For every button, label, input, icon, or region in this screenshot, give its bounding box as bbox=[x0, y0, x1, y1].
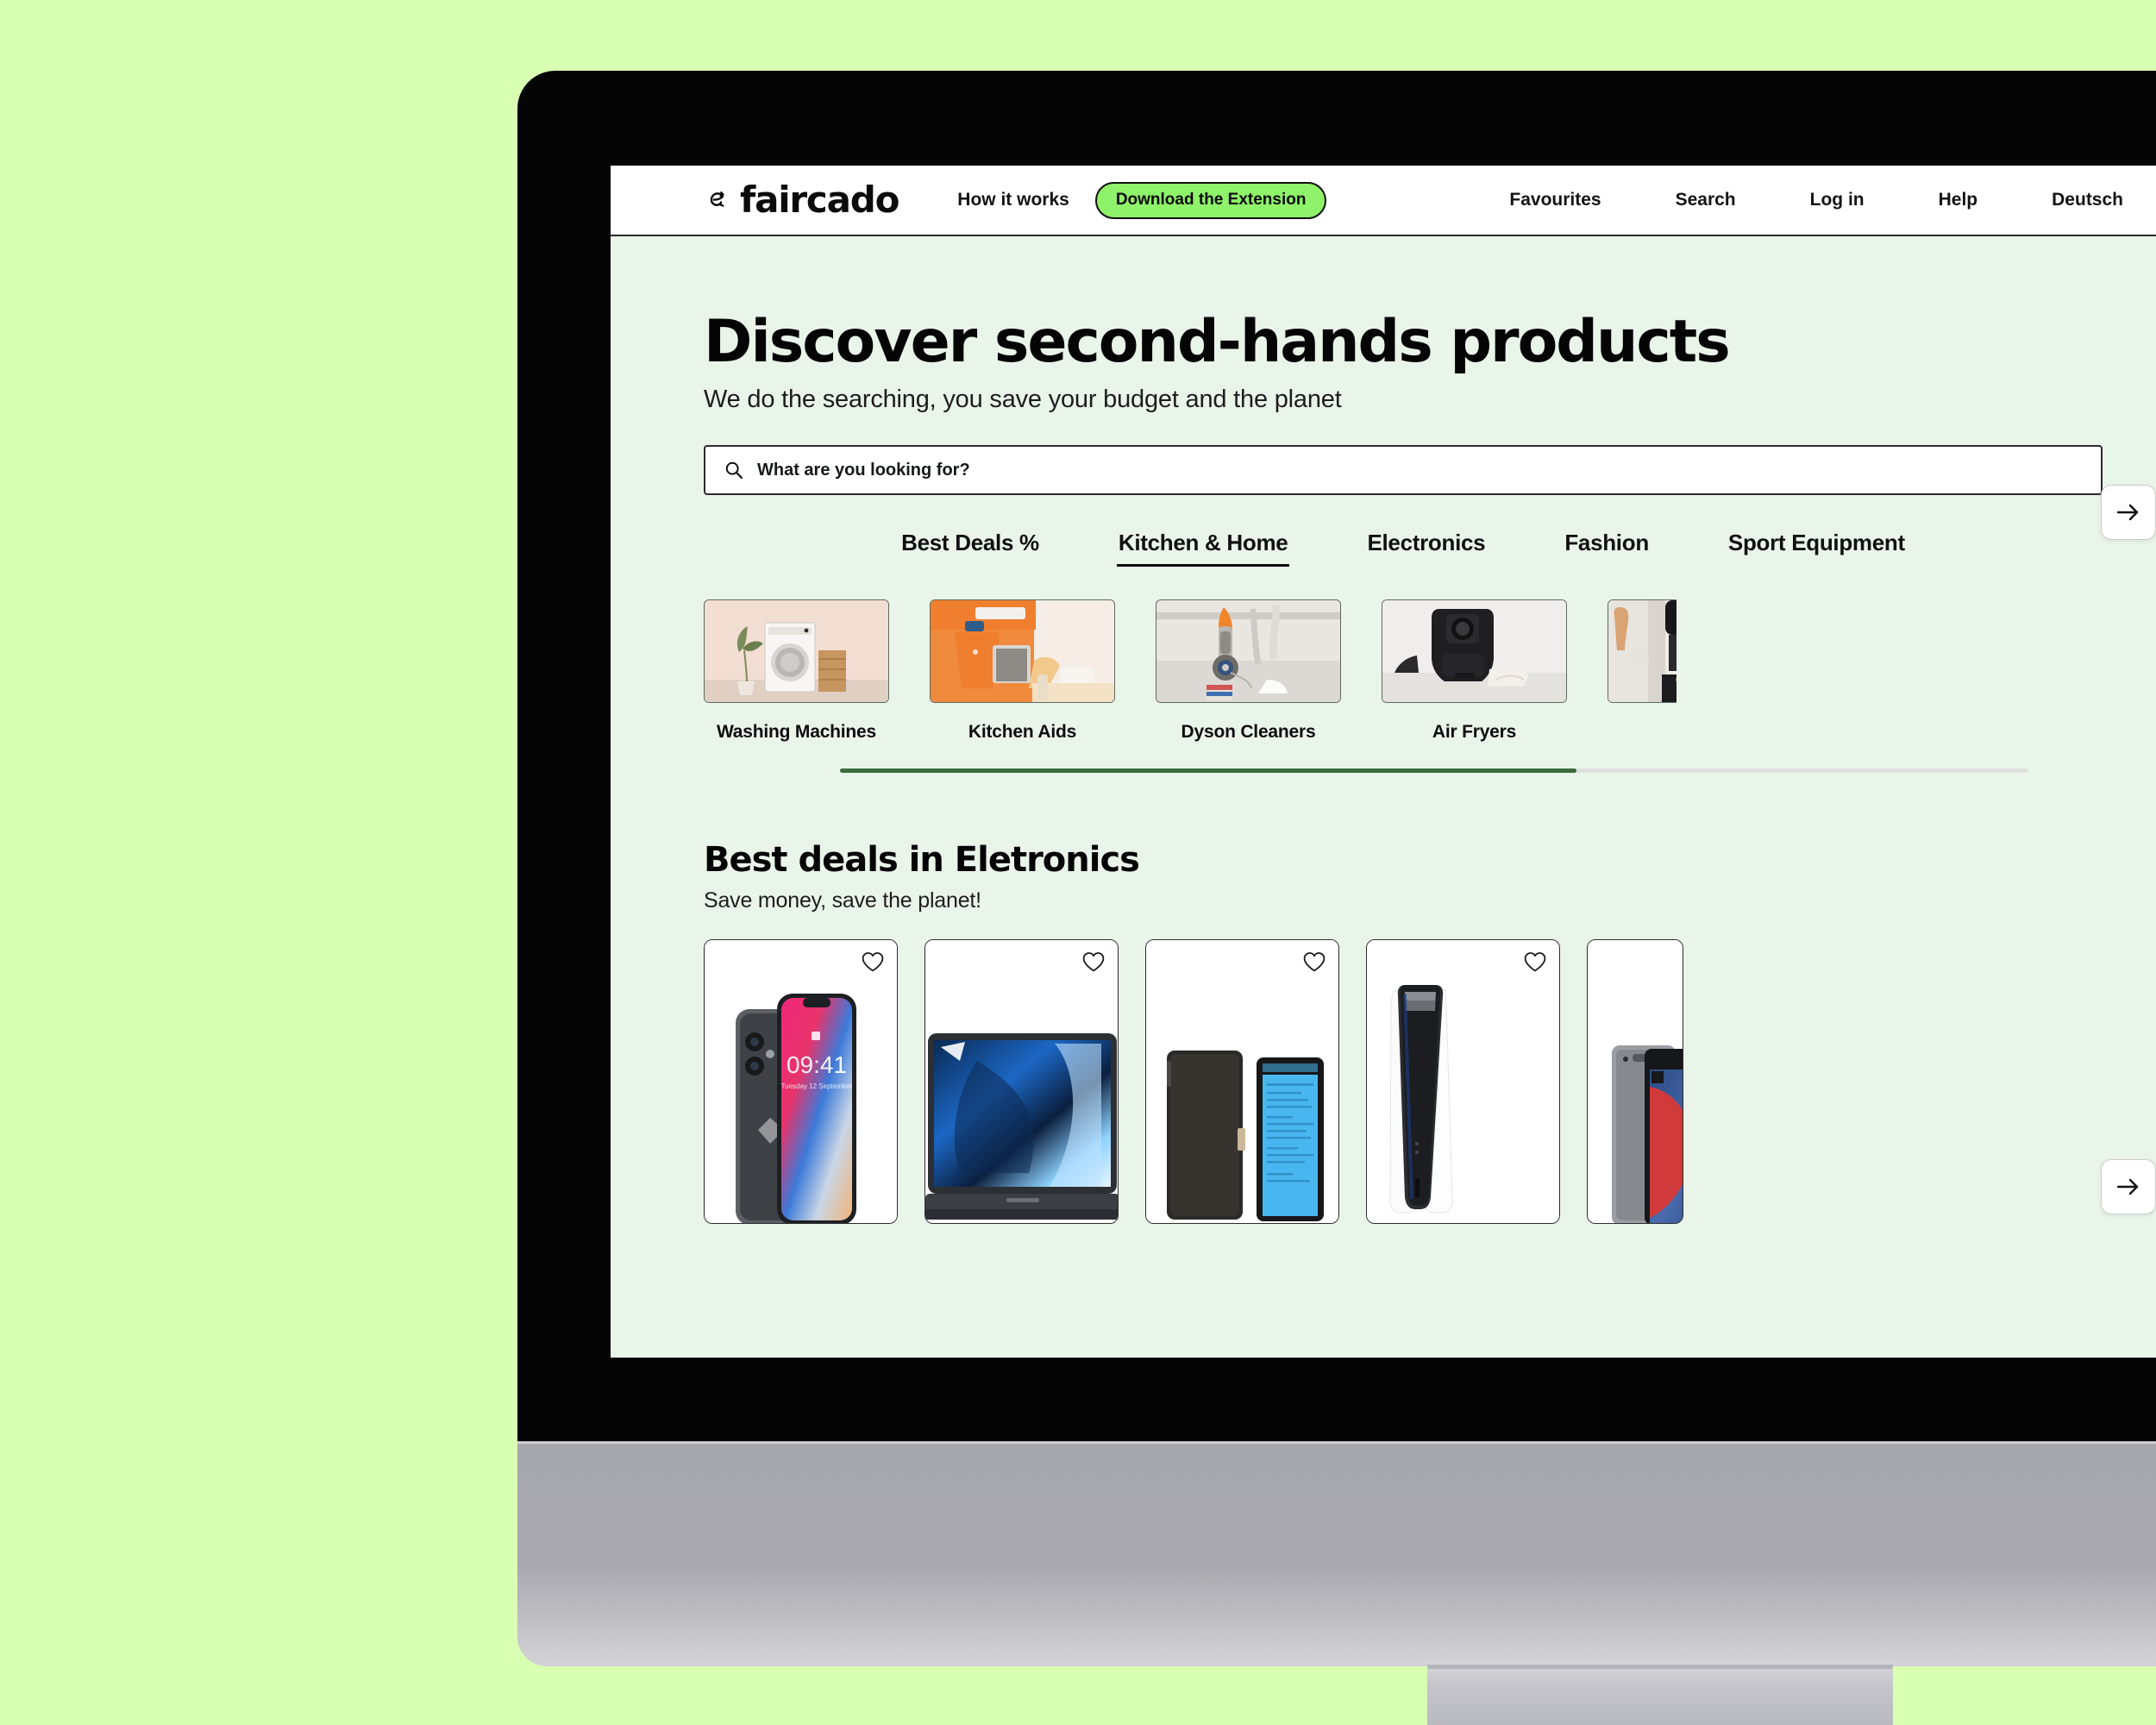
category-label: Kitchen Aids bbox=[968, 722, 1077, 743]
nav-link-login[interactable]: Log in bbox=[1810, 190, 1865, 210]
page-title: Discover second-hands products bbox=[704, 308, 1731, 376]
product-card-iphone[interactable]: 09:41 Tuesday 12 September bbox=[704, 939, 898, 1225]
browser-viewport: faircado How it works Download the Exten… bbox=[611, 166, 2156, 1358]
category-label: Washing Machines bbox=[716, 722, 877, 743]
carousel-scrollbar[interactable] bbox=[840, 768, 2028, 774]
content-container: Discover second-hands products We do the… bbox=[611, 308, 2156, 1225]
playstation-5-photo bbox=[1367, 940, 1559, 1224]
dell-laptop-photo bbox=[925, 940, 1118, 1224]
product-card-playstation[interactable] bbox=[1366, 939, 1560, 1225]
brand-name: faircado bbox=[740, 179, 899, 221]
nav-link-favourites[interactable]: Favourites bbox=[1509, 190, 1601, 210]
search-placeholder-text: What are you looking for? bbox=[757, 460, 970, 480]
tab-fashion[interactable]: Fashion bbox=[1525, 530, 1689, 567]
product-card-partial[interactable] bbox=[1587, 939, 1683, 1225]
navbar-right-group: Favourites Search Log in Help Deutsch bbox=[1509, 190, 2156, 210]
nav-link-how-it-works[interactable]: How it works bbox=[957, 190, 1069, 210]
product-card-ereader[interactable] bbox=[1145, 939, 1339, 1225]
arrow-right-icon bbox=[2115, 1176, 2141, 1197]
washing-machine-photo[interactable] bbox=[704, 599, 889, 704]
coffee-machine-photo[interactable] bbox=[1608, 599, 1677, 704]
page-body: Discover second-hands products We do the… bbox=[611, 308, 2156, 1225]
category-label: Air Fryers bbox=[1432, 722, 1517, 743]
heart-icon[interactable] bbox=[861, 950, 885, 973]
monitor-stand-neck bbox=[1427, 1665, 1893, 1725]
search-input[interactable]: What are you looking for? bbox=[704, 445, 2103, 496]
monitor-chin bbox=[517, 1444, 2156, 1666]
page-subtitle: We do the searching, you save your budge… bbox=[704, 386, 1342, 414]
download-extension-button[interactable]: Download the Extension bbox=[1094, 181, 1327, 219]
category-card-partial[interactable] bbox=[1608, 599, 1677, 743]
nav-link-language[interactable]: Deutsch bbox=[2052, 190, 2123, 210]
arrow-right-icon bbox=[2115, 502, 2141, 523]
product-carousel-next-button[interactable] bbox=[2101, 1159, 2156, 1214]
category-label: Dyson Cleaners bbox=[1181, 722, 1316, 743]
nav-link-search[interactable]: Search bbox=[1676, 190, 1736, 210]
ereader-tablet-photo bbox=[1146, 940, 1338, 1224]
stand-mixer-photo[interactable] bbox=[930, 599, 1115, 704]
navbar-left-group: faircado How it works Download the Exten… bbox=[611, 181, 1327, 219]
product-card-laptop[interactable] bbox=[924, 939, 1119, 1225]
product-carousel: 09:41 Tuesday 12 September bbox=[704, 939, 2122, 1225]
brand-logo[interactable]: faircado bbox=[704, 182, 899, 218]
category-card-air-fryers[interactable]: Air Fryers bbox=[1382, 599, 1567, 743]
tab-best-deals[interactable]: Best Deals % bbox=[862, 530, 1079, 567]
recycle-e-icon bbox=[704, 185, 733, 215]
tab-electronics[interactable]: Electronics bbox=[1327, 530, 1525, 567]
tab-kitchen-home[interactable]: Kitchen & Home bbox=[1079, 530, 1328, 568]
svg-text:Tuesday 12 September: Tuesday 12 September bbox=[781, 1082, 853, 1090]
heart-icon[interactable] bbox=[1523, 950, 1547, 973]
iphone-x-photo: 09:41 Tuesday 12 September bbox=[705, 940, 897, 1224]
carousel-scrollbar-thumb[interactable] bbox=[840, 768, 1577, 774]
site-navbar: faircado How it works Download the Exten… bbox=[611, 166, 2156, 236]
category-carousel: Washing Machines Kitchen Aids Dyson Clea… bbox=[704, 599, 2122, 743]
nav-link-help[interactable]: Help bbox=[1939, 190, 1978, 210]
category-card-washing-machines[interactable]: Washing Machines bbox=[704, 599, 889, 743]
vacuum-cleaner-photo[interactable] bbox=[1156, 599, 1341, 704]
tab-sport-equipment[interactable]: Sport Equipment bbox=[1689, 530, 1945, 567]
search-icon bbox=[724, 461, 743, 480]
ipad-tablet-photo bbox=[1588, 940, 1683, 1224]
air-fryer-photo[interactable] bbox=[1382, 599, 1567, 704]
heart-icon[interactable] bbox=[1081, 950, 1106, 973]
svg-text:09:41: 09:41 bbox=[787, 1051, 847, 1078]
section-title-best-deals: Best deals in Eletronics bbox=[704, 840, 1140, 881]
heart-icon[interactable] bbox=[1302, 950, 1326, 973]
category-card-kitchen-aids[interactable]: Kitchen Aids bbox=[930, 599, 1115, 743]
category-tabs: Best Deals % Kitchen & Home Electronics … bbox=[704, 530, 2122, 568]
category-carousel-next-button[interactable] bbox=[2101, 485, 2156, 540]
category-card-dyson-cleaners[interactable]: Dyson Cleaners bbox=[1156, 599, 1341, 743]
section-subtitle-best-deals: Save money, save the planet! bbox=[704, 888, 981, 913]
